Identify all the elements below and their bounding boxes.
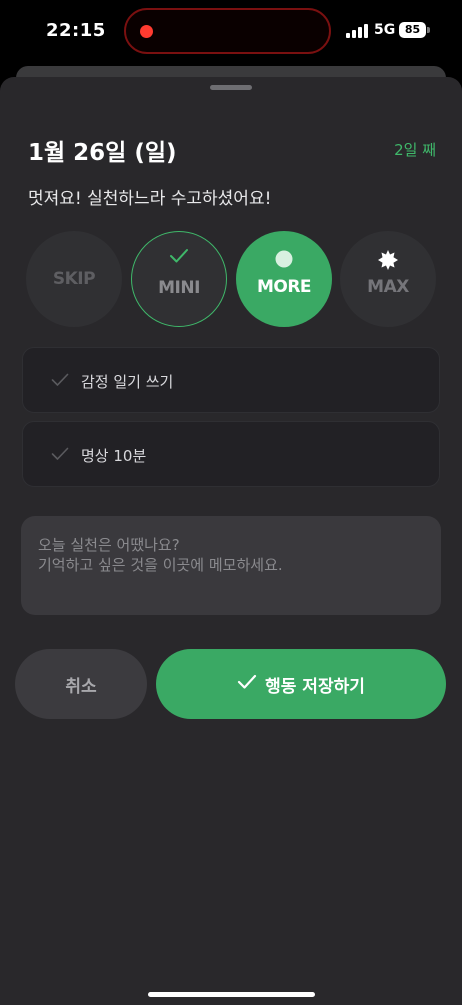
habit-row[interactable]: 명상 10분 [22,421,440,487]
level-skip-label: SKIP [52,269,96,289]
check-icon [237,674,257,695]
praise-message: 멋져요! 실천하느라 수고하셨어요! [28,189,272,209]
memo-input[interactable] [21,516,441,615]
date-title: 1월 26일 (일) [28,140,177,166]
level-max-button[interactable]: MAX [340,231,436,327]
home-indicator[interactable] [148,992,315,997]
signal-bars-icon [346,24,370,38]
dynamic-island [124,8,331,54]
level-more-label: MORE [256,277,312,297]
cancel-button[interactable]: 취소 [15,649,147,719]
level-skip-button[interactable]: SKIP [26,231,122,327]
save-button-label: 행동 저장하기 [265,676,365,697]
battery-tip [427,27,430,33]
burst-icon [340,249,436,275]
level-max-label: MAX [367,277,409,297]
habit-log-sheet: 1월 26일 (일) 2일 째 멋져요! 실천하느라 수고하셨어요! SKIP … [0,77,462,1005]
check-icon [132,248,226,268]
habit-label: 감정 일기 쓰기 [81,373,174,391]
save-action-button[interactable]: 행동 저장하기 [156,649,446,719]
memo-box [21,516,441,615]
level-mini-button[interactable]: MINI [131,231,227,327]
habit-label: 명상 10분 [81,447,147,465]
network-type: 5G [374,22,396,38]
level-mini-label: MINI [158,278,200,298]
check-icon [51,372,69,391]
sheet-grabber[interactable] [210,85,252,90]
status-time: 22:15 [46,20,106,41]
status-bar: 22:15 5G 85 [0,0,462,62]
habit-row[interactable]: 감정 일기 쓰기 [22,347,440,413]
recording-dot-icon [140,25,153,38]
battery-icon: 85 [399,22,426,38]
dot-icon [236,249,332,273]
day-count: 2일 째 [394,141,436,159]
check-icon [51,446,69,465]
level-more-button[interactable]: MORE [236,231,332,327]
